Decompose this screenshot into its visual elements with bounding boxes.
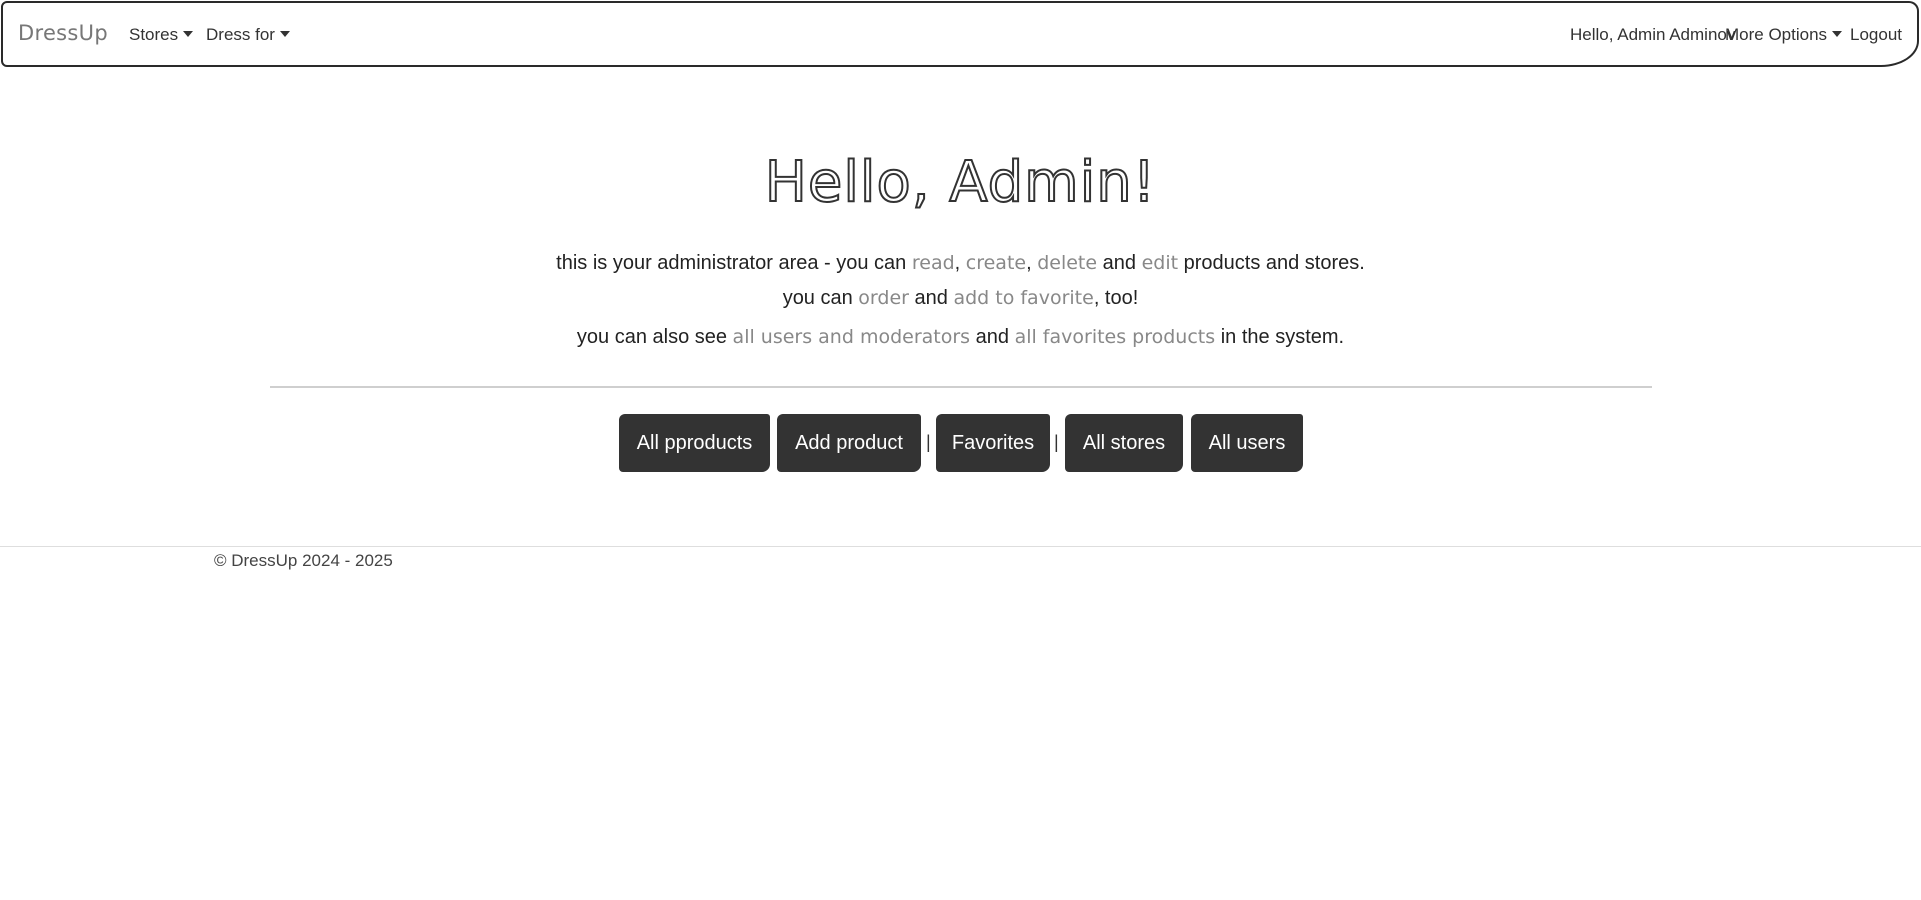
more-options-label: More Options (1725, 25, 1828, 44)
separator: | (926, 432, 931, 452)
highlight-read: read (911, 252, 955, 274)
caret-down-icon (183, 31, 194, 37)
all-products-button[interactable]: All pproducts (619, 414, 770, 472)
intro-text: and (908, 287, 954, 309)
page-title: Hello, Admin! (764, 149, 1157, 216)
highlight-edit: edit (1141, 252, 1179, 274)
caret-down-icon (279, 31, 290, 37)
dress-for-dropdown[interactable]: Dress for (206, 25, 290, 45)
highlight-favorites-products: all favorites products (1014, 326, 1216, 348)
favorites-button[interactable]: Favorites (936, 414, 1050, 472)
all-users-button[interactable]: All users (1191, 414, 1303, 472)
intro-line-1: this is your administrator area - you ca… (0, 252, 1921, 275)
intro-text: , too! (1093, 287, 1139, 309)
brand-logo[interactable]: DressUp (18, 21, 108, 45)
highlight-order: order (858, 287, 909, 309)
stores-dropdown[interactable]: Stores (129, 25, 194, 45)
intro-line-3: you can also see all users and moderator… (0, 326, 1921, 349)
intro-text: you can also see (576, 326, 733, 348)
user-greeting-link[interactable]: Hello, Admin Adminov (1570, 25, 1735, 45)
stores-label: Stores (129, 25, 179, 44)
footer-divider (0, 546, 1921, 547)
dress-for-label: Dress for (206, 25, 275, 44)
highlight-users-moderators: all users and moderators (732, 326, 971, 348)
divider (270, 386, 1652, 388)
intro-text: , (954, 252, 966, 274)
intro-text: products and stores. (1178, 252, 1365, 274)
highlight-add-to-favorite: add to favorite (953, 287, 1094, 309)
more-options-dropdown[interactable]: More Options (1725, 25, 1843, 45)
intro-text: , (1026, 252, 1038, 274)
intro-text: and (1097, 252, 1142, 274)
all-stores-button[interactable]: All stores (1065, 414, 1183, 472)
add-product-button[interactable]: Add product (777, 414, 921, 472)
footer-copyright: © DressUp 2024 - 2025 (214, 551, 393, 570)
navbar: DressUp Stores Dress for Hello, Admin Ad… (1, 1, 1919, 67)
intro-text: in the system. (1215, 326, 1345, 348)
intro-line-2: you can order and add to favorite, too! (0, 287, 1921, 310)
highlight-create: create (965, 252, 1027, 274)
caret-down-icon (1832, 31, 1843, 37)
intro-text: you can (782, 287, 859, 309)
highlight-delete: delete (1037, 252, 1098, 274)
separator: | (1054, 432, 1059, 452)
logout-link[interactable]: Logout (1850, 25, 1902, 45)
intro-text: this is your administrator area - you ca… (556, 252, 912, 274)
intro-text: and (970, 326, 1015, 348)
